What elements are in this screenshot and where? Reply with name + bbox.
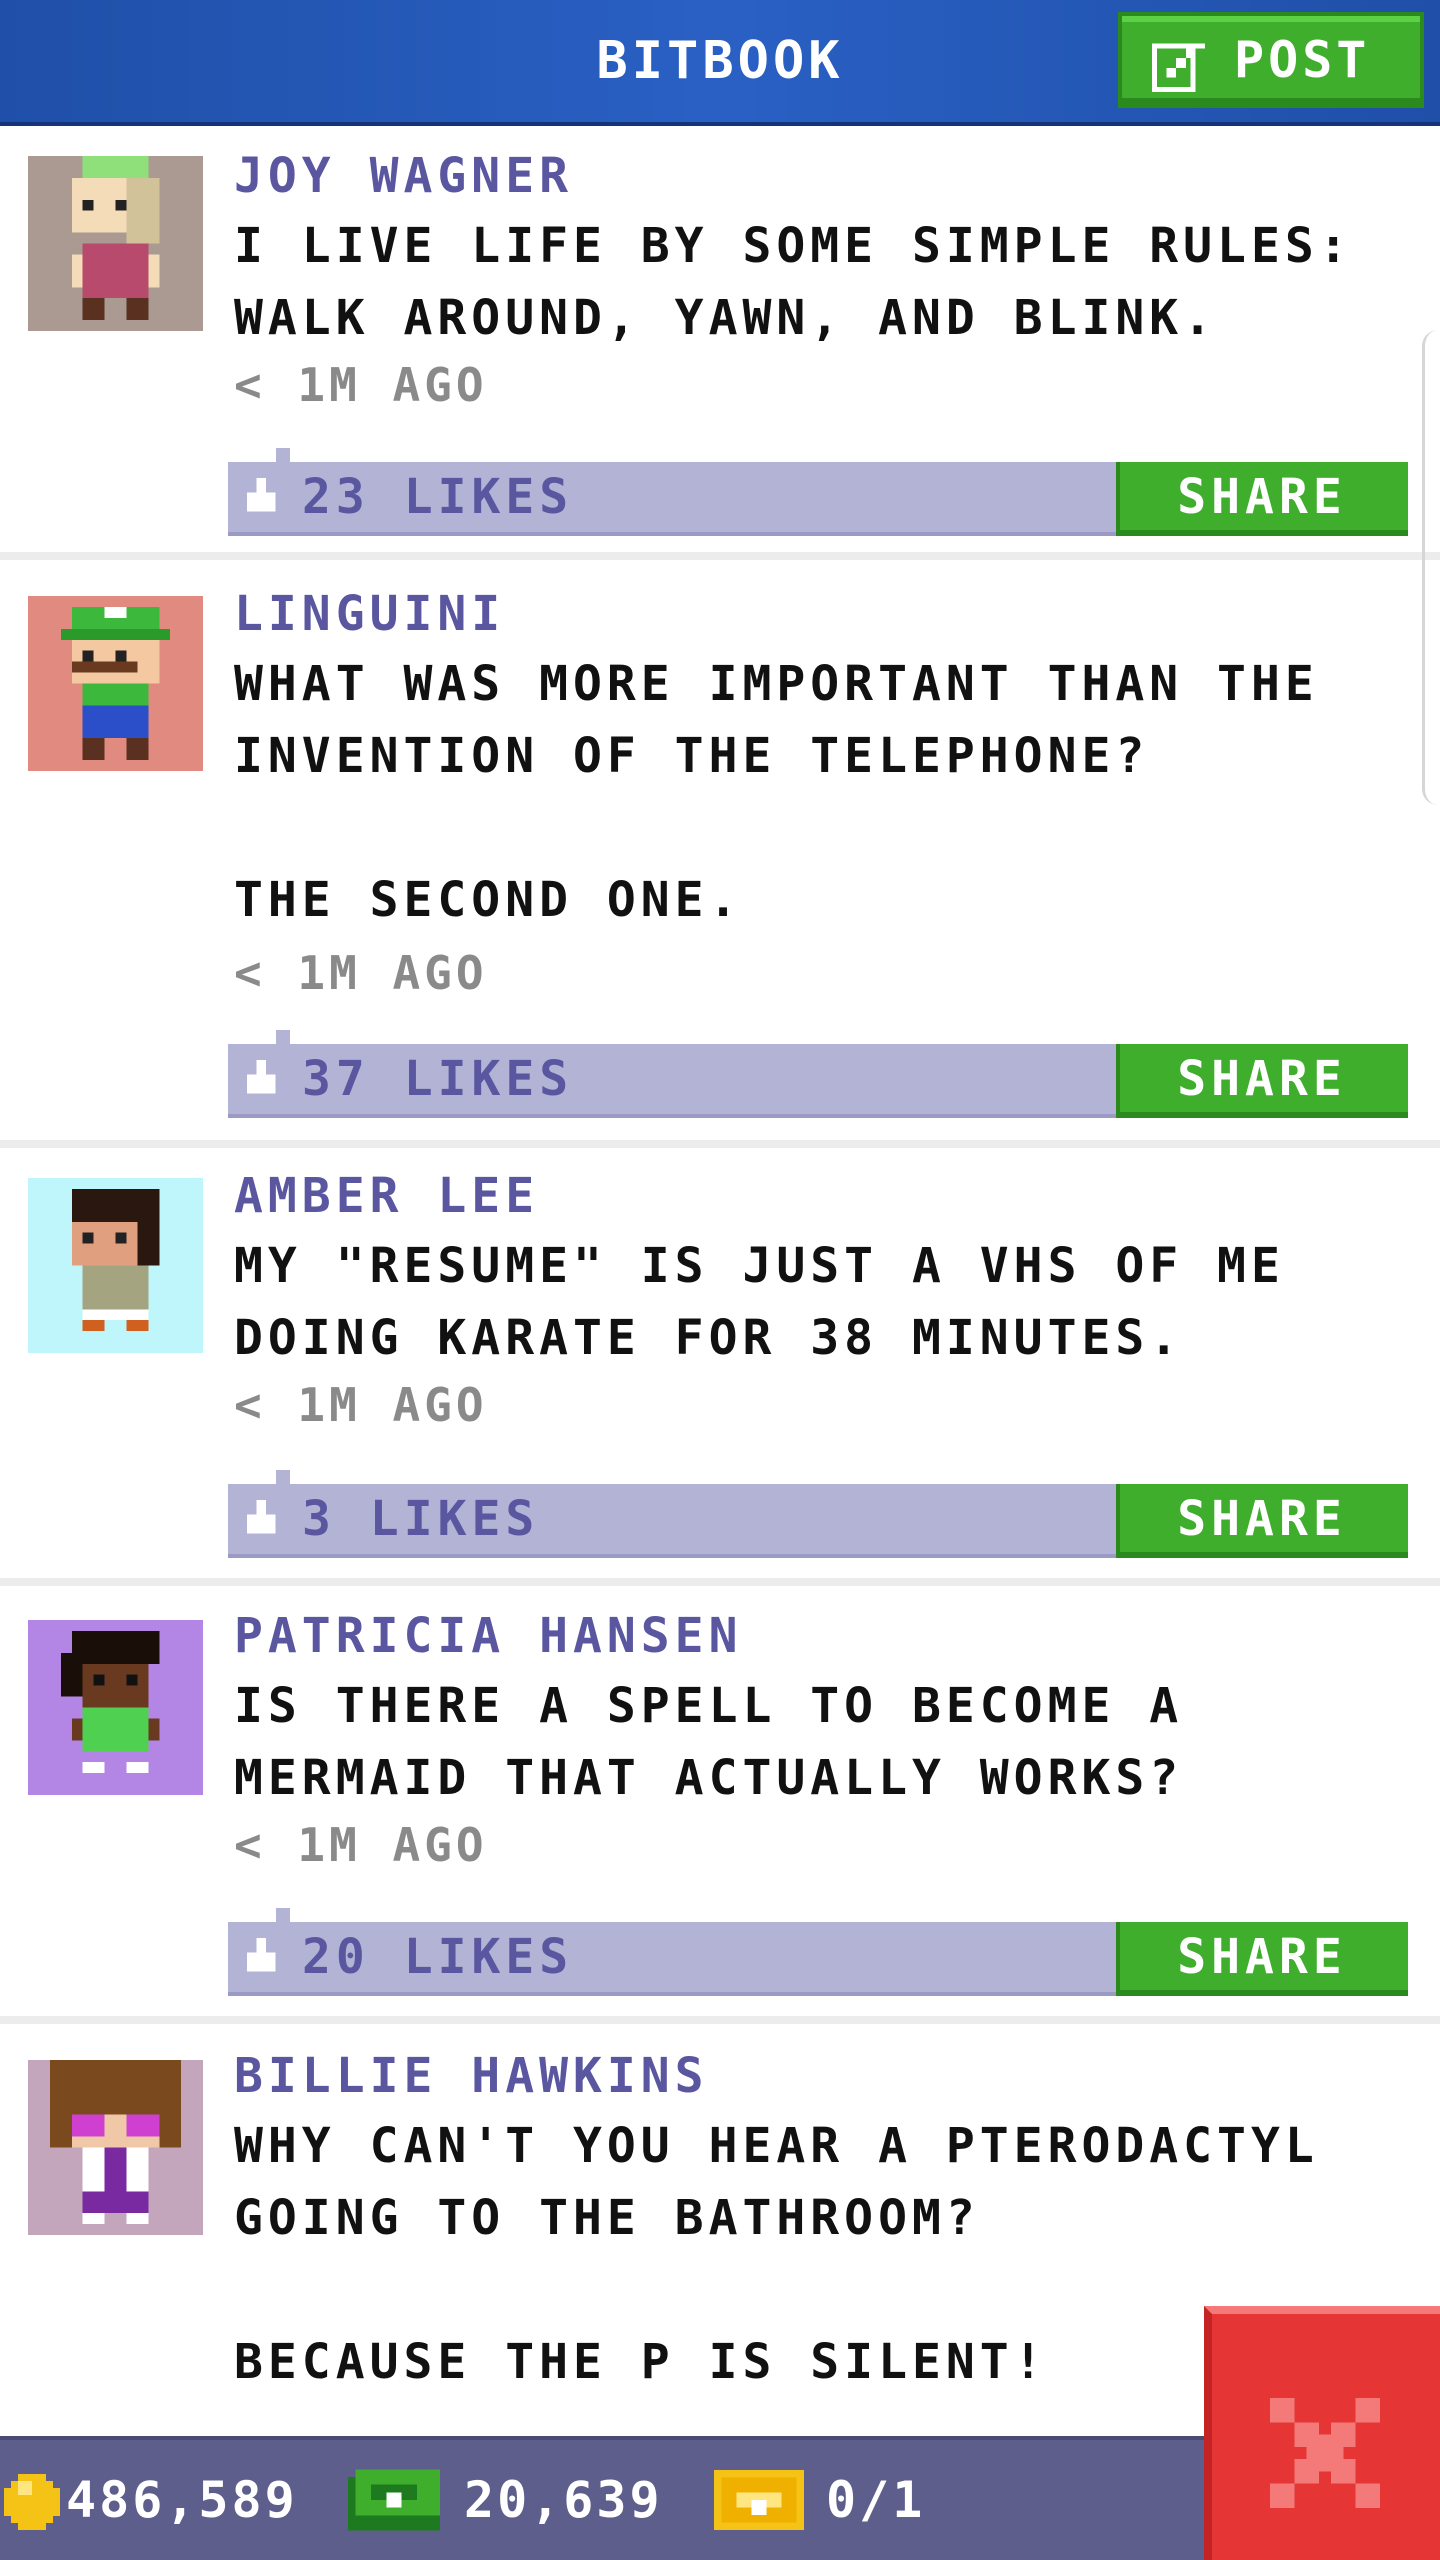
edit-icon <box>1152 34 1210 92</box>
feed-post: JOY WAGNER I LIVE LIFE BY SOME SIMPLE RU… <box>0 126 1440 560</box>
bux-count: 20,639 <box>464 2471 663 2529</box>
coin-count: 486,589 <box>66 2471 298 2529</box>
avatar-amber-lee[interactable] <box>28 1178 203 1353</box>
scroll-indicator[interactable] <box>1422 330 1440 805</box>
post-button-label: POST <box>1234 31 1371 89</box>
post-timestamp: < 1M AGO <box>234 358 488 412</box>
post-text: MY "RESUME" IS JUST A VHS OF ME DOING KA… <box>234 1238 1285 1366</box>
post-timestamp: < 1M AGO <box>234 946 488 1000</box>
bux-icon <box>348 2469 440 2531</box>
thumbs-up-icon[interactable] <box>242 1060 280 1098</box>
like-count: 3 LIKES <box>302 1491 540 1547</box>
close-button[interactable] <box>1204 2306 1440 2560</box>
share-button[interactable]: SHARE <box>1116 1484 1408 1558</box>
avatar-patricia-hansen[interactable] <box>28 1620 203 1795</box>
thumbs-up-icon[interactable] <box>242 1938 280 1976</box>
like-count: 20 LIKES <box>302 1929 574 1985</box>
ticket-count: 0/1 <box>826 2471 926 2529</box>
thumbs-up-icon[interactable] <box>242 478 280 516</box>
feed-post: AMBER LEE MY "RESUME" IS JUST A VHS OF M… <box>0 1150 1440 1586</box>
like-bar: 20 LIKES SHARE <box>228 1908 1408 1996</box>
post-author[interactable]: LINGUINI <box>234 586 505 642</box>
like-bar: 3 LIKES SHARE <box>228 1470 1408 1558</box>
post-button[interactable]: POST <box>1118 12 1424 108</box>
avatar-linguini[interactable] <box>28 596 203 771</box>
top-bar: BITBOOK POST <box>0 0 1440 126</box>
close-icon <box>1270 2398 1380 2508</box>
post-text: WHAT WAS MORE IMPORTANT THAN THE INVENTI… <box>234 656 1319 928</box>
post-timestamp: < 1M AGO <box>234 1378 488 1432</box>
post-author[interactable]: JOY WAGNER <box>234 148 573 204</box>
post-timestamp: < 1M AGO <box>234 1818 488 1872</box>
like-bar-nub <box>276 1908 290 1922</box>
share-button[interactable]: SHARE <box>1116 1922 1408 1996</box>
like-bar: 23 LIKES SHARE <box>228 448 1408 536</box>
share-button[interactable]: SHARE <box>1116 462 1408 536</box>
coin-icon <box>4 2474 60 2530</box>
like-bar-nub <box>276 1470 290 1484</box>
ticket-icon <box>714 2470 804 2530</box>
thumbs-up-icon[interactable] <box>242 1500 280 1538</box>
feed-post: LINGUINI WHAT WAS MORE IMPORTANT THAN TH… <box>0 564 1440 1148</box>
post-author[interactable]: PATRICIA HANSEN <box>234 1608 742 1664</box>
avatar-billie-hawkins[interactable] <box>28 2060 203 2235</box>
like-bar-nub <box>276 1030 290 1044</box>
post-text: IS THERE A SPELL TO BECOME A MERMAID THA… <box>234 1678 1184 1806</box>
like-count: 37 LIKES <box>302 1051 574 1107</box>
like-count: 23 LIKES <box>302 469 574 525</box>
post-author[interactable]: BILLIE HAWKINS <box>234 2048 709 2104</box>
avatar-joy-wagner[interactable] <box>28 156 203 331</box>
post-author[interactable]: AMBER LEE <box>234 1168 539 1224</box>
post-text: I LIVE LIFE BY SOME SIMPLE RULES: WALK A… <box>234 218 1353 346</box>
like-bar-nub <box>276 448 290 462</box>
share-button[interactable]: SHARE <box>1116 1044 1408 1118</box>
feed-post: PATRICIA HANSEN IS THERE A SPELL TO BECO… <box>0 1588 1440 2024</box>
like-bar: 37 LIKES SHARE <box>228 1030 1408 1118</box>
